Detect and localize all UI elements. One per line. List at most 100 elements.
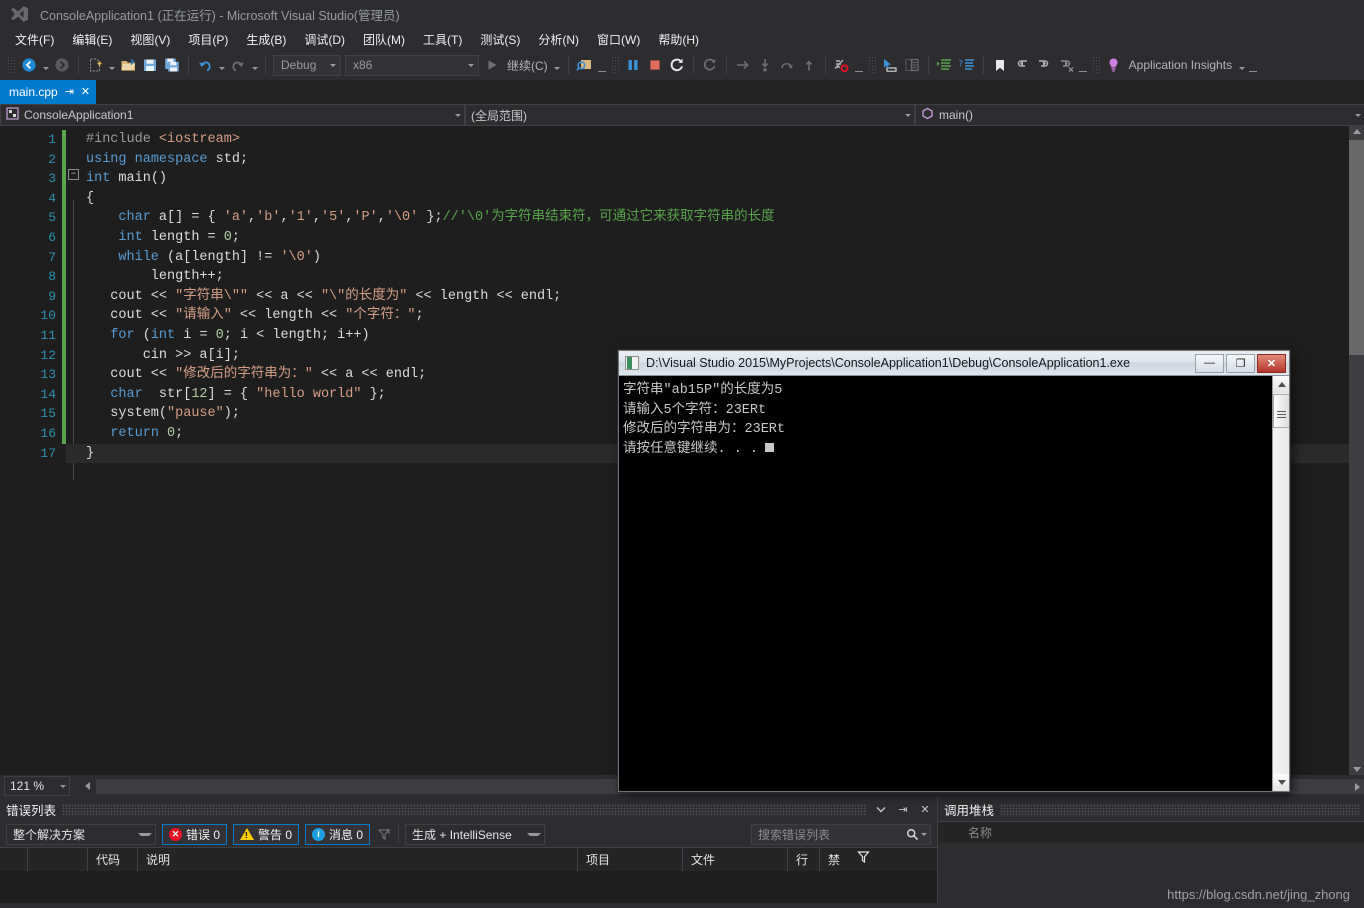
console-title-bar[interactable]: D:\Visual Studio 2015\MyProjects\Console… — [619, 351, 1289, 376]
zoom-level-combo[interactable]: 121 % — [4, 776, 70, 796]
panel-drag-dots[interactable] — [62, 803, 867, 815]
menu-item-test[interactable]: 测试(S) — [471, 29, 529, 50]
maximize-button[interactable]: ❐ — [1226, 353, 1255, 373]
code-line[interactable]: { — [66, 189, 1364, 209]
menu-item-help[interactable]: 帮助(H) — [649, 29, 708, 50]
minimize-button[interactable]: — — [1195, 353, 1224, 373]
menu-item-view[interactable]: 视图(V) — [121, 29, 179, 50]
tab-main-cpp[interactable]: main.cpp ⇥ ✕ — [0, 80, 97, 104]
filter-funnel-icon[interactable] — [854, 848, 871, 872]
panel-drag-dots[interactable] — [1000, 803, 1360, 815]
redo-icon[interactable] — [227, 54, 249, 76]
menu-item-team[interactable]: 团队(M) — [354, 29, 414, 50]
code-line[interactable]: char a[] = { 'a','b','1','5','P','\0' };… — [66, 208, 1364, 228]
editor-breakpoint-gutter[interactable] — [0, 126, 12, 775]
compare-icon[interactable] — [901, 54, 923, 76]
menu-item-file[interactable]: 文件(F) — [6, 29, 63, 50]
editor-vertical-scrollbar[interactable] — [1349, 126, 1364, 775]
next-bookmark-icon[interactable] — [1033, 54, 1055, 76]
pin-icon[interactable]: ⇥ — [65, 86, 74, 98]
scroll-left-icon[interactable] — [80, 779, 94, 794]
continue-button-label[interactable]: 继续(C) — [503, 57, 552, 74]
pause-icon[interactable] — [622, 54, 644, 76]
previous-bookmark-icon[interactable] — [1011, 54, 1033, 76]
restart-icon[interactable] — [666, 54, 688, 76]
close-icon[interactable]: ✕ — [81, 86, 90, 98]
stop-icon[interactable] — [644, 54, 666, 76]
column-project[interactable]: 项目 — [578, 847, 683, 872]
menu-item-window[interactable]: 窗口(W) — [588, 29, 649, 50]
search-icon[interactable] — [906, 828, 927, 841]
pointer-select-icon[interactable] — [879, 54, 901, 76]
indent-icon[interactable] — [934, 54, 956, 76]
navbar-project-combo[interactable]: ConsoleApplication1 — [0, 104, 465, 126]
step-out-arc-icon[interactable] — [776, 54, 798, 76]
console-vertical-scrollbar[interactable] — [1272, 376, 1289, 791]
debug-overflow-button[interactable] — [853, 54, 865, 76]
column-suppress[interactable]: 禁 — [820, 848, 854, 872]
comment-icon[interactable]: ? — [956, 54, 978, 76]
scroll-down-icon[interactable] — [1353, 767, 1361, 772]
scroll-down-icon[interactable] — [1273, 774, 1289, 791]
column-file[interactable]: 文件 — [683, 847, 788, 872]
editor-scroll-thumb[interactable] — [1349, 140, 1364, 355]
column-name[interactable]: 名称 — [968, 824, 992, 841]
scroll-right-icon[interactable] — [1355, 782, 1360, 791]
code-line[interactable]: length++; — [66, 267, 1364, 287]
column-blank-2[interactable] — [28, 847, 88, 872]
navigate-back-icon[interactable] — [18, 54, 40, 76]
save-all-icon[interactable] — [161, 54, 183, 76]
code-line[interactable]: cout << "请输入" << length << "个字符："; — [66, 306, 1364, 326]
column-blank-1[interactable] — [0, 847, 28, 872]
console-window[interactable]: D:\Visual Studio 2015\MyProjects\Console… — [618, 350, 1290, 792]
undo-icon[interactable] — [194, 54, 216, 76]
close-button[interactable]: ✕ — [1257, 353, 1286, 373]
column-line[interactable]: 行 — [788, 847, 820, 872]
warnings-filter-button[interactable]: 警告 0 — [233, 823, 300, 845]
column-code[interactable]: 代码 — [88, 847, 138, 872]
build-intellisense-combo[interactable]: 生成 + IntelliSense — [405, 823, 546, 845]
application-insights-label[interactable]: Application Insights — [1125, 58, 1236, 72]
close-icon[interactable]: ✕ — [917, 801, 933, 817]
navigate-forward-icon[interactable] — [51, 54, 73, 76]
undo-dropdown[interactable] — [216, 54, 227, 76]
continue-dropdown[interactable] — [552, 54, 563, 76]
code-line[interactable]: #include <iostream> — [66, 130, 1364, 150]
clear-bookmark-icon[interactable] — [1055, 54, 1077, 76]
code-line[interactable]: int length = 0; — [66, 228, 1364, 248]
bookmark-icon[interactable] — [989, 54, 1011, 76]
errors-filter-button[interactable]: ✕ 错误 0 — [162, 823, 228, 845]
collapse-outline-icon[interactable]: − — [68, 169, 79, 181]
menu-item-edit[interactable]: 编辑(E) — [63, 29, 121, 50]
navbar-member-combo[interactable]: main() — [915, 104, 1364, 126]
code-line[interactable]: cout << "字符串\"" << a << "\"的长度为" << leng… — [66, 287, 1364, 307]
error-scope-combo[interactable]: 整个解决方案 — [6, 823, 156, 845]
scroll-up-icon[interactable] — [1353, 129, 1361, 134]
redo-dropdown[interactable] — [249, 54, 260, 76]
step-out-icon[interactable] — [798, 54, 820, 76]
hot-reload-icon[interactable] — [699, 54, 721, 76]
menu-item-tools[interactable]: 工具(T) — [414, 29, 471, 50]
code-line[interactable]: using namespace std; — [66, 150, 1364, 170]
chevron-down-icon[interactable] — [873, 801, 889, 817]
clear-filter-icon[interactable] — [376, 826, 392, 842]
open-file-icon[interactable] — [117, 54, 139, 76]
navigate-back-dropdown[interactable] — [40, 54, 51, 76]
menu-item-project[interactable]: 项目(P) — [179, 29, 237, 50]
error-list-rows[interactable] — [0, 871, 937, 903]
toolbar-overflow-button[interactable] — [596, 54, 608, 76]
console-output-area[interactable]: 字符串"ab15P"的长度为5 请输入5个字符：23ERt 修改后的字符串为：2… — [619, 376, 1289, 791]
toolbar-grip[interactable] — [7, 56, 15, 74]
toolbar-grip-4[interactable] — [1091, 56, 1100, 74]
navbar-scope-combo[interactable]: (全局范围) — [465, 104, 915, 126]
error-search-box[interactable]: 搜索错误列表 — [751, 823, 931, 845]
solution-configuration-combo[interactable]: Debug — [273, 54, 341, 76]
code-line[interactable]: while (a[length] != '\0') — [66, 248, 1364, 268]
solution-platform-combo[interactable]: x86 — [345, 54, 479, 76]
scroll-up-icon[interactable] — [1273, 376, 1289, 393]
insights-overflow-button[interactable] — [1247, 54, 1259, 76]
menu-item-analyze[interactable]: 分析(N) — [529, 29, 588, 50]
pin-icon[interactable]: ⇥ — [895, 801, 911, 817]
lightbulb-icon[interactable] — [1103, 54, 1125, 76]
toolbar-grip-2[interactable] — [610, 56, 619, 74]
